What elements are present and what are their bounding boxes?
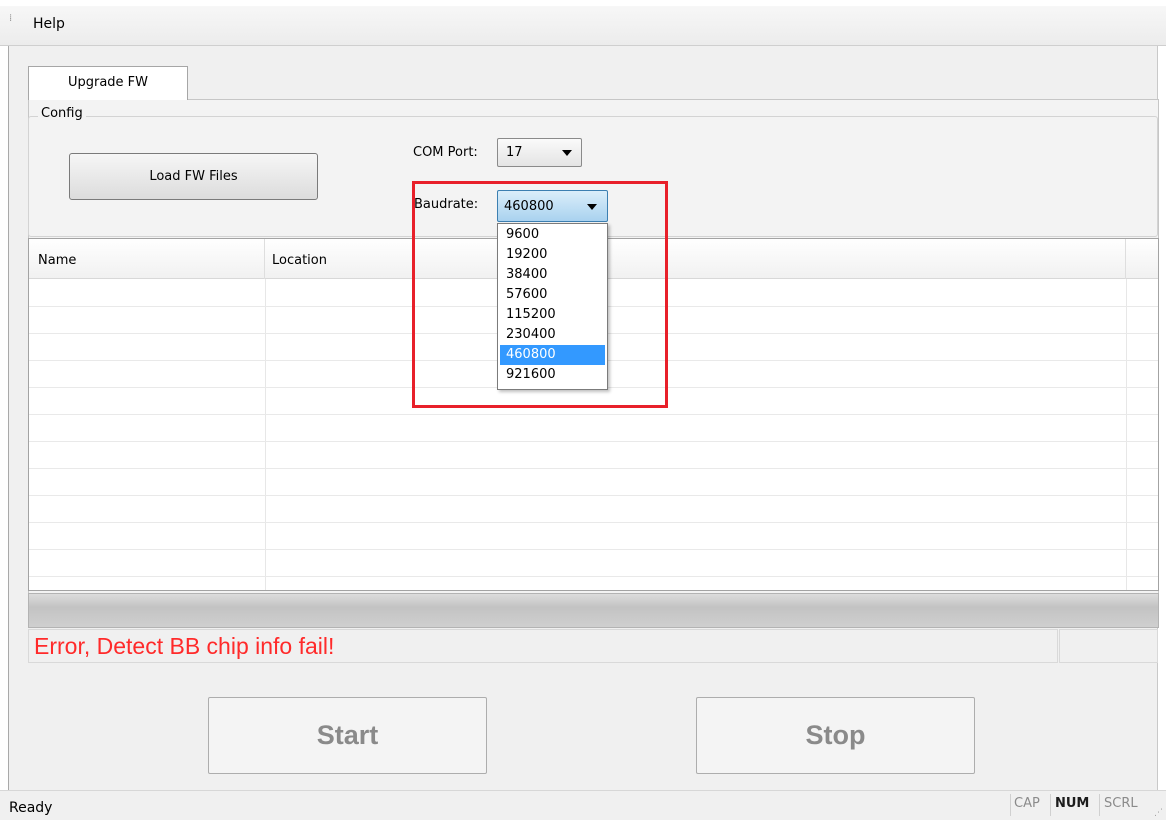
status-ready-text: Ready <box>9 800 53 816</box>
row-line <box>29 414 1158 415</box>
scroll-lock-indicator: SCRL <box>1104 796 1138 811</box>
toolbar-grip-icon[interactable]: ⁞ <box>9 14 13 34</box>
com-port-select[interactable]: 17 <box>497 138 582 167</box>
row-line <box>29 468 1158 469</box>
row-line <box>29 522 1158 523</box>
stop-button[interactable]: Stop <box>696 697 975 774</box>
load-fw-files-button[interactable]: Load FW Files <box>69 153 318 200</box>
column-separator[interactable] <box>264 239 265 279</box>
column-divider <box>1126 279 1127 590</box>
status-separator <box>1099 794 1100 816</box>
row-line <box>29 441 1158 442</box>
com-port-value: 17 <box>506 145 523 160</box>
row-line <box>29 495 1158 496</box>
column-separator[interactable] <box>1125 239 1126 279</box>
status-side-panel <box>1059 629 1158 663</box>
column-divider <box>265 279 266 590</box>
status-separator <box>1050 794 1051 816</box>
annotation-highlight-box <box>412 181 668 408</box>
com-port-label: COM Port: <box>413 145 478 160</box>
upgrade-progress-bar <box>28 593 1159 628</box>
menu-bar <box>0 6 1166 46</box>
config-group-label: Config <box>38 106 86 121</box>
status-error-message: Error, Detect BB chip info fail! <box>34 633 335 659</box>
row-line <box>29 549 1158 550</box>
tab-upgrade-fw[interactable]: Upgrade FW <box>28 66 188 100</box>
num-lock-indicator: NUM <box>1055 796 1090 811</box>
start-button[interactable]: Start <box>208 697 487 774</box>
resize-grip-icon[interactable]: ⋰ <box>1154 808 1163 818</box>
status-separator <box>1010 794 1011 816</box>
chevron-down-icon <box>562 150 572 156</box>
cap-lock-indicator: CAP <box>1014 796 1040 811</box>
row-line <box>29 576 1158 577</box>
column-header-location[interactable]: Location <box>272 253 327 268</box>
column-header-name[interactable]: Name <box>38 253 76 268</box>
status-bar <box>0 790 1166 820</box>
menu-item-help[interactable]: Help <box>33 16 65 32</box>
